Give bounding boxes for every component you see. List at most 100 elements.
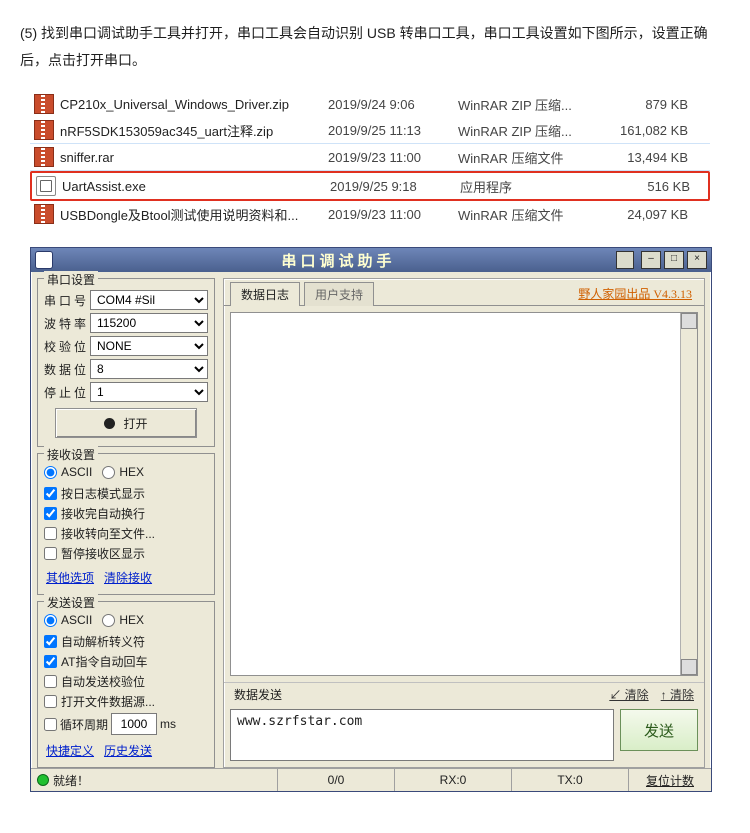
pause-recv-checkbox[interactable]: 暂停接收区显示 xyxy=(44,545,208,562)
open-file-source-checkbox[interactable]: 打开文件数据源... xyxy=(44,693,208,710)
recv-settings-group: 接收设置 ASCII HEX 按日志模式显示 接收完自动换行 接收转向至文件..… xyxy=(37,453,215,595)
send-button[interactable]: 发送 xyxy=(620,709,698,751)
status-tx: TX:0 xyxy=(512,769,629,791)
minimize-button[interactable]: – xyxy=(641,251,661,269)
send-hex-radio[interactable]: HEX xyxy=(102,613,144,627)
group-title: 发送设置 xyxy=(44,594,98,611)
file-type: WinRAR ZIP 压缩... xyxy=(458,121,598,140)
file-name: UartAssist.exe xyxy=(62,179,330,194)
file-size: 24,097 KB xyxy=(598,207,688,222)
loop-period-row[interactable]: 循环周期 ms xyxy=(44,713,208,735)
tab-data-log[interactable]: 数据日志 xyxy=(230,282,300,306)
file-list: CP210x_Universal_Windows_Driver.zip 2019… xyxy=(30,91,710,227)
brand-link[interactable]: 野人家园出品 V4.3.13 xyxy=(578,285,698,305)
file-date: 2019/9/24 9:06 xyxy=(328,97,458,112)
tab-user-support[interactable]: 用户支持 xyxy=(304,282,374,306)
parse-escape-checkbox[interactable]: 自动解析转义符 xyxy=(44,633,208,650)
file-size: 879 KB xyxy=(598,97,688,112)
history-send-link[interactable]: 历史发送 xyxy=(104,742,152,759)
loop-period-input[interactable] xyxy=(111,713,157,735)
clear-recv-link[interactable]: 清除接收 xyxy=(104,569,152,586)
port-select[interactable]: COM4 #Sil xyxy=(90,290,208,310)
recv-ascii-radio[interactable]: ASCII xyxy=(44,465,92,479)
file-type: WinRAR 压缩文件 xyxy=(458,205,598,224)
application-icon xyxy=(36,176,56,196)
file-size: 13,494 KB xyxy=(598,150,688,165)
file-row[interactable]: USBDongle及Btool测试使用说明资料和... 2019/9/23 11… xyxy=(30,201,710,227)
app-icon xyxy=(35,251,53,269)
send-settings-group: 发送设置 ASCII HEX 自动解析转义符 AT指令自动回车 自动发送校验位 … xyxy=(37,601,215,768)
log-mode-checkbox[interactable]: 按日志模式显示 xyxy=(44,485,208,502)
file-row-highlighted[interactable]: UartAssist.exe 2019/9/25 9:18 应用程序 516 K… xyxy=(30,171,710,201)
databits-select[interactable]: 8 xyxy=(90,359,208,379)
archive-icon xyxy=(34,94,54,114)
clear-up-link[interactable]: ↑ 清除 xyxy=(661,686,694,703)
data-log-area[interactable] xyxy=(230,312,698,676)
more-options-link[interactable]: 其他选项 xyxy=(46,569,94,586)
close-button[interactable]: × xyxy=(687,251,707,269)
recv-to-file-checkbox[interactable]: 接收转向至文件... xyxy=(44,525,208,542)
maximize-button[interactable]: □ xyxy=(664,251,684,269)
auto-newline-checkbox[interactable]: 接收完自动换行 xyxy=(44,505,208,522)
file-type: WinRAR ZIP 压缩... xyxy=(458,95,598,114)
file-date: 2019/9/23 11:00 xyxy=(328,150,458,165)
file-name: CP210x_Universal_Windows_Driver.zip xyxy=(60,97,328,112)
main-panel: 数据日志 用户支持 野人家园出品 V4.3.13 数据发送 ↙ 清除 ↑ 清除 … xyxy=(223,278,705,768)
file-type: WinRAR 压缩文件 xyxy=(458,148,598,167)
stopbits-label: 停止位 xyxy=(44,384,86,401)
recv-hex-radio[interactable]: HEX xyxy=(102,465,144,479)
open-label: 打开 xyxy=(123,415,147,432)
settings-sidebar: 串口设置 串口号COM4 #Sil 波特率115200 校验位NONE 数据位8… xyxy=(37,278,215,768)
uart-assist-window: 串口调试助手 – □ × 串口设置 串口号COM4 #Sil 波特率115200… xyxy=(30,247,712,792)
port-label: 串口号 xyxy=(44,292,86,309)
status-progress: 0/0 xyxy=(278,769,395,791)
status-dot-icon xyxy=(104,418,115,429)
titlebar[interactable]: 串口调试助手 – □ × xyxy=(31,248,711,272)
file-name: USBDongle及Btool测试使用说明资料和... xyxy=(60,205,328,224)
file-date: 2019/9/25 11:13 xyxy=(328,123,458,138)
quick-define-link[interactable]: 快捷定义 xyxy=(46,742,94,759)
clear-down-link[interactable]: ↙ 清除 xyxy=(609,686,648,703)
status-led-icon xyxy=(37,774,49,786)
file-date: 2019/9/23 11:00 xyxy=(328,207,458,222)
archive-icon xyxy=(34,204,54,224)
baud-label: 波特率 xyxy=(44,315,86,332)
open-port-button[interactable]: 打开 xyxy=(55,408,197,438)
file-name: sniffer.rar xyxy=(60,150,328,165)
loop-unit: ms xyxy=(160,717,176,731)
stopbits-select[interactable]: 1 xyxy=(90,382,208,402)
file-row[interactable]: nRF5SDK153059ac345_uart注释.zip 2019/9/25 … xyxy=(30,117,710,143)
status-rx: RX:0 xyxy=(395,769,512,791)
scrollbar[interactable] xyxy=(680,313,697,675)
window-title: 串口调试助手 xyxy=(61,250,616,271)
baud-select[interactable]: 115200 xyxy=(90,313,208,333)
file-row[interactable]: CP210x_Universal_Windows_Driver.zip 2019… xyxy=(30,91,710,117)
archive-icon xyxy=(34,147,54,167)
databits-label: 数据位 xyxy=(44,361,86,378)
group-title: 接收设置 xyxy=(44,446,98,463)
instruction-text: (5) 找到串口调试助手工具并打开，串口工具会自动识别 USB 转串口工具，串口… xyxy=(20,20,730,73)
send-header: 数据发送 ↙ 清除 ↑ 清除 xyxy=(224,682,704,705)
archive-icon xyxy=(34,120,54,140)
loop-label: 循环周期 xyxy=(60,716,108,733)
parity-label: 校验位 xyxy=(44,338,86,355)
send-label: 数据发送 xyxy=(234,686,282,703)
pin-icon[interactable] xyxy=(616,251,634,269)
auto-checksum-checkbox[interactable]: 自动发送校验位 xyxy=(44,673,208,690)
reset-count-link[interactable]: 复位计数 xyxy=(629,769,711,791)
file-name: nRF5SDK153059ac345_uart注释.zip xyxy=(60,121,328,140)
port-settings-group: 串口设置 串口号COM4 #Sil 波特率115200 校验位NONE 数据位8… xyxy=(37,278,215,447)
status-bar: 就绪！ 0/0 RX:0 TX:0 复位计数 xyxy=(31,768,711,791)
send-input[interactable]: www.szrfstar.com xyxy=(230,709,614,761)
tab-bar: 数据日志 用户支持 野人家园出品 V4.3.13 xyxy=(224,279,704,306)
parity-select[interactable]: NONE xyxy=(90,336,208,356)
file-row[interactable]: sniffer.rar 2019/9/23 11:00 WinRAR 压缩文件 … xyxy=(30,143,710,171)
file-size: 516 KB xyxy=(600,179,690,194)
file-type: 应用程序 xyxy=(460,177,600,196)
send-ascii-radio[interactable]: ASCII xyxy=(44,613,92,627)
file-date: 2019/9/25 9:18 xyxy=(330,179,460,194)
group-title: 串口设置 xyxy=(44,271,98,288)
file-size: 161,082 KB xyxy=(598,123,688,138)
at-auto-cr-checkbox[interactable]: AT指令自动回车 xyxy=(44,653,208,670)
status-ready: 就绪！ xyxy=(31,769,278,791)
